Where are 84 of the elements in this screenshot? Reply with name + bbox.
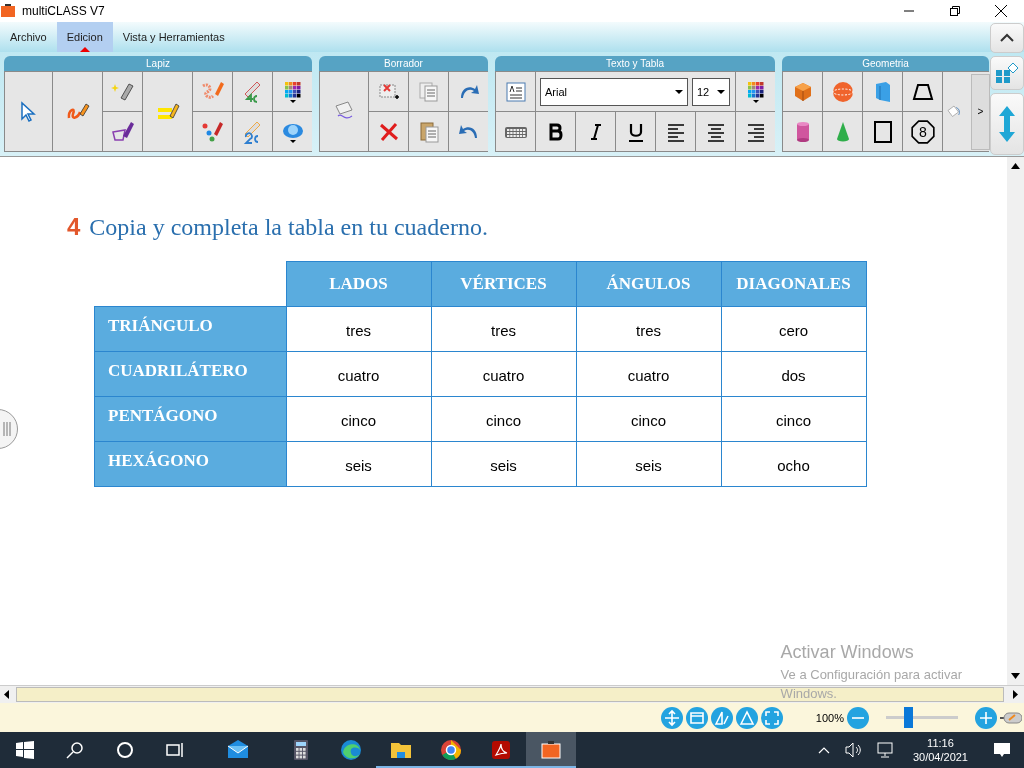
group-header: Borrador [319,56,488,71]
table-cell: ocho [721,441,866,487]
table-cell: dos [721,351,866,397]
move-icon[interactable] [660,706,683,729]
column-header: DIAGONALES [721,261,866,307]
column-header: ÁNGULOS [576,261,721,307]
caret-up-icon [1000,33,1014,43]
circle-icon [116,741,134,759]
octagon-icon[interactable] [910,119,935,144]
row-header: PENTÁGONO [94,396,286,442]
windows-icon [16,741,34,759]
scroll-down-icon[interactable] [1011,673,1020,679]
table-cell: cuatro [576,351,721,397]
close-icon [995,5,1007,17]
scroll-up-icon[interactable] [1011,163,1020,169]
caret-icon [675,87,683,96]
table-cell: cinco [431,396,576,442]
browser-icon[interactable] [439,738,463,762]
search-icon [66,741,84,759]
collapse-button[interactable] [990,23,1024,53]
octagon-label: 8 [918,123,927,140]
monitor-icon [876,742,895,758]
text-box-icon[interactable] [503,79,528,104]
activation-title: Activar Windows [780,642,915,663]
activation-text: Windows. [780,686,838,701]
grip-icon [2,420,12,438]
book-app-icon[interactable] [539,738,563,762]
table-cell: tres [576,306,721,352]
app-icon [0,3,16,19]
table-cell: tres [286,306,431,352]
table-cell: cuatro [431,351,576,397]
caret-icon [717,87,725,96]
sphere-icon[interactable] [830,79,855,104]
menu-tab[interactable]: Vista y Herramientas [112,22,235,52]
pdf-icon[interactable] [489,738,513,762]
clock-date: 30/04/2021 [912,751,968,763]
group-header: Lapiz [4,56,312,71]
message-icon [993,741,1011,759]
column-header: LADOS [286,261,431,307]
page-icon[interactable] [685,706,708,729]
table-cell: cinco [721,396,866,442]
exercise-instruction: Copia y completa la tabla en tu cuaderno. [89,214,488,241]
table-cell: seis [286,441,431,487]
zoom-slider[interactable] [903,707,913,728]
column-header: VÉRTICES [431,261,576,307]
window-title: multiCLASS V7 [22,4,106,18]
table-cell: cuatro [286,351,431,397]
row-header: HEXÁGONO [94,441,286,487]
row-header: TRIÁNGULO [94,306,286,352]
ruler-icon[interactable] [710,706,733,729]
table-cell: tres [431,306,576,352]
size-select[interactable]: 12 [692,77,730,106]
activation-text: Ve a Configuración para activar [780,667,962,682]
abc-pen-icon[interactable] [200,119,225,144]
fullscreen-icon[interactable] [760,706,783,729]
menu-tab[interactable]: Archivo [0,22,57,52]
polygon-pen-icon[interactable] [110,119,135,144]
clock-time: 11:16 [927,737,954,749]
double-arrow-icon [997,104,1017,144]
caret-up-icon [817,746,830,754]
zoom-out-icon[interactable] [847,706,869,729]
resize-button[interactable] [990,93,1024,155]
scrollbar-thumb[interactable] [16,687,1004,702]
table-cell: cinco [576,396,721,442]
table-cell: cero [721,306,866,352]
zoom-in-icon[interactable] [975,706,997,729]
triangle-ruler-icon[interactable] [735,706,758,729]
task-view-icon [166,741,184,759]
restore-icon [950,6,960,16]
link-icon[interactable] [1000,709,1022,726]
table-cell: seis [431,441,576,487]
table-cell: seis [576,441,721,487]
group-header: Geometria [782,56,989,71]
exercise-number: 4 [67,213,81,241]
shapes-icon [995,62,1019,84]
row-header: CUADRILÁTERO [94,351,286,397]
font-select[interactable]: Arial [540,77,688,106]
table-cell: cinco [286,396,431,442]
more-button[interactable]: > [971,73,990,150]
speaker-icon [844,742,863,758]
group-header: Texto y Tabla [495,56,775,71]
zoom-value: 100% [815,711,844,724]
browser-icon[interactable] [339,738,363,762]
menu-tab[interactable]: Edicion [56,22,113,52]
